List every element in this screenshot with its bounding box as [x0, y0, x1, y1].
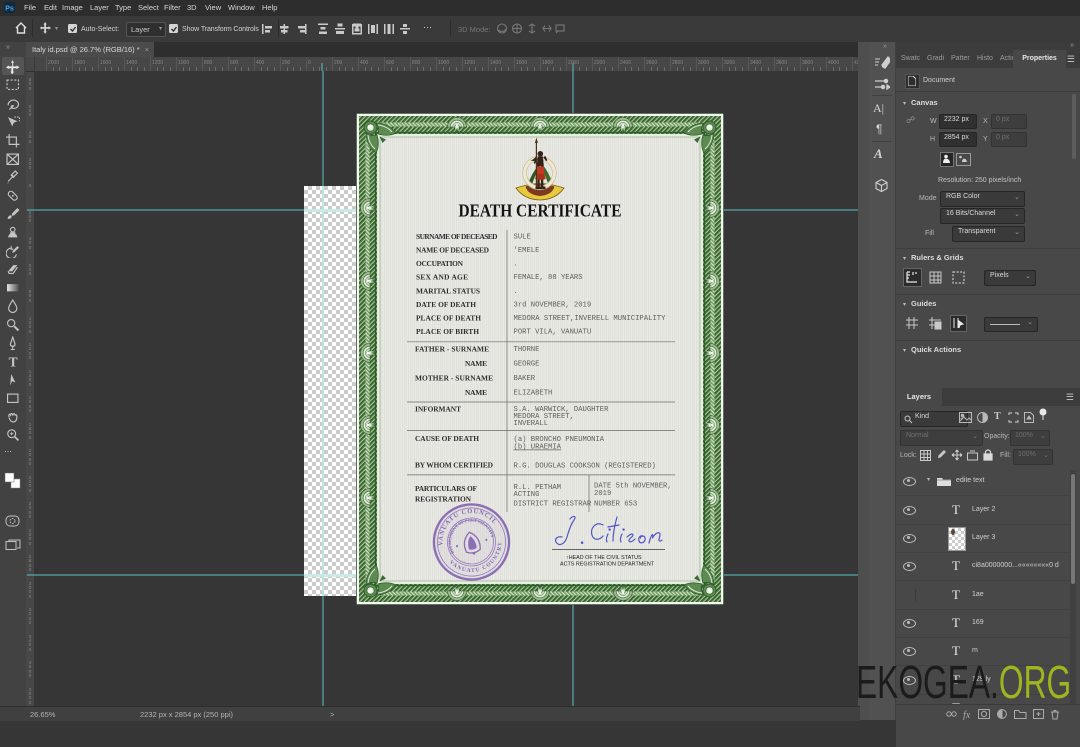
svg-text:↑HEAD OF THE CIVIL STATUS: ↑HEAD OF THE CIVIL STATUS — [566, 555, 642, 561]
svg-text:MARITAL STATUS: MARITAL STATUS — [416, 287, 480, 296]
svg-text:SURNAME OF DECEASED: SURNAME OF DECEASED — [416, 232, 498, 241]
svg-text:OCCUPATION: OCCUPATION — [416, 259, 464, 268]
svg-text:T: T — [9, 355, 18, 369]
svg-text:FATHER - SURNAME: FATHER - SURNAME — [415, 345, 489, 354]
svg-text:BY WHOM CERTIFIED: BY WHOM CERTIFIED — [415, 461, 493, 470]
svg-text:PARTICULARS OF: PARTICULARS OF — [415, 484, 477, 493]
svg-text:NUMBER 653: NUMBER 653 — [594, 501, 637, 509]
svg-text:INVERALL: INVERALL — [514, 420, 549, 428]
svg-text:NAME OF DECEASED: NAME OF DECEASED — [416, 246, 489, 255]
svg-text:2019: 2019 — [594, 490, 611, 498]
svg-text:GEORGE: GEORGE — [514, 361, 540, 369]
svg-text:REGISTRATION: REGISTRATION — [415, 495, 472, 504]
svg-text:.: . — [514, 288, 518, 296]
svg-text:FEMALE, 88 YEARS: FEMALE, 88 YEARS — [514, 274, 583, 282]
svg-text:NAME: NAME — [465, 388, 487, 397]
svg-text:DATE OF DEATH: DATE OF DEATH — [416, 300, 476, 309]
svg-text:SULE: SULE — [514, 234, 531, 242]
svg-text:ACTS REGISTRATION DEPARTMENT: ACTS REGISTRATION DEPARTMENT — [560, 562, 655, 568]
svg-text:MOTHER - SURNAME: MOTHER - SURNAME — [415, 374, 493, 383]
svg-text:.: . — [514, 261, 518, 269]
svg-text:(b) URAEMIA: (b) URAEMIA — [514, 444, 562, 452]
svg-text:Ps: Ps — [5, 6, 14, 13]
svg-text:fx: fx — [963, 710, 971, 720]
svg-text:ACTING: ACTING — [514, 491, 540, 499]
svg-text:THORNE: THORNE — [514, 346, 540, 354]
svg-text:ELIZABETH: ELIZABETH — [514, 390, 553, 398]
svg-text:PORT VILA, VANUATU: PORT VILA, VANUATU — [514, 329, 592, 337]
svg-text:CAUSE OF DEATH: CAUSE OF DEATH — [415, 434, 479, 443]
svg-text:INFORMANT: INFORMANT — [415, 405, 461, 414]
svg-text:R.G. DOUGLAS COOKSON (REGISTER: R.G. DOUGLAS COOKSON (REGISTERED) — [514, 463, 656, 471]
svg-text:SEX AND AGE: SEX AND AGE — [416, 273, 468, 282]
svg-text:MEDORA STREET,INVERELL MUNICIP: MEDORA STREET,INVERELL MUNICIPALITY — [514, 315, 667, 323]
svg-text:PLACE OF BIRTH: PLACE OF BIRTH — [416, 327, 479, 336]
svg-text:'EMELE: 'EMELE — [514, 247, 540, 255]
svg-text:3rd NOVEMBER, 2019: 3rd NOVEMBER, 2019 — [514, 302, 592, 310]
svg-text:BAKER: BAKER — [514, 375, 536, 383]
svg-text:NAME: NAME — [465, 359, 487, 368]
svg-text:DISTRICT REGISTRAR: DISTRICT REGISTRAR — [514, 501, 592, 509]
svg-text:PLACE OF DEATH: PLACE OF DEATH — [416, 314, 481, 323]
svg-text:DEATH CERTIFICATE: DEATH CERTIFICATE — [459, 201, 622, 221]
